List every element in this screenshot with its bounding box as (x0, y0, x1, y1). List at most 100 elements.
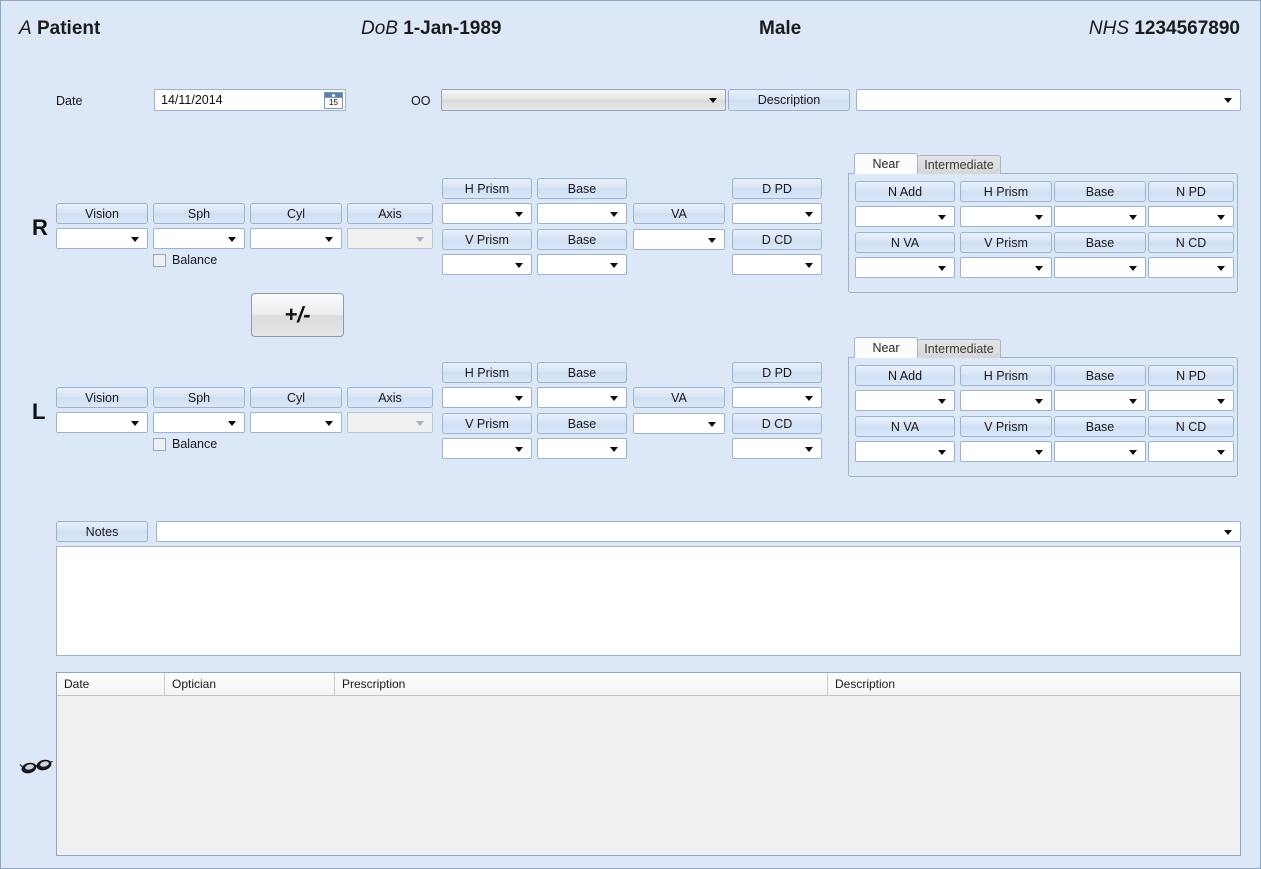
notes-button[interactable]: Notes (56, 521, 148, 542)
right-near-panel: Near Intermediate N Add H Prism Base N P… (848, 153, 1238, 293)
right-va-dropdown[interactable] (633, 229, 725, 250)
right-axis-label[interactable]: Axis (347, 203, 433, 224)
date-input[interactable]: 14/11/2014 15 (154, 89, 346, 111)
right-v-prism-dropdown[interactable] (442, 254, 532, 275)
right-d-cd-label[interactable]: D CD (732, 229, 822, 250)
right-sph-dropdown[interactable] (153, 228, 245, 249)
right-d-cd-dropdown[interactable] (732, 254, 822, 275)
right-near-h-base-dropdown[interactable] (1054, 206, 1146, 227)
left-near-h-base-label[interactable]: Base (1054, 365, 1146, 386)
history-grid[interactable]: Date Optician Prescription Description (56, 672, 1241, 856)
left-sph-dropdown[interactable] (153, 412, 245, 433)
left-v-base-label[interactable]: Base (537, 413, 627, 434)
right-h-base-dropdown[interactable] (537, 203, 627, 224)
left-h-base-dropdown[interactable] (537, 387, 627, 408)
left-axis-label[interactable]: Axis (347, 387, 433, 408)
right-d-pd-label[interactable]: D PD (732, 178, 822, 199)
right-n-pd-dropdown[interactable] (1148, 206, 1234, 227)
right-tab-intermediate[interactable]: Intermediate (917, 155, 1001, 174)
right-n-cd-dropdown[interactable] (1148, 257, 1234, 278)
notes-textarea[interactable] (56, 546, 1241, 656)
left-n-va-label[interactable]: N VA (855, 416, 955, 437)
right-cyl-label[interactable]: Cyl (250, 203, 342, 224)
left-v-base-dropdown[interactable] (537, 438, 627, 459)
left-cyl-label[interactable]: Cyl (250, 387, 342, 408)
right-h-prism-label[interactable]: H Prism (442, 178, 532, 199)
right-near-h-prism-dropdown[interactable] (960, 206, 1052, 227)
left-balance-checkbox-box[interactable] (153, 437, 166, 451)
right-v-base-label[interactable]: Base (537, 229, 627, 250)
right-h-prism-dropdown[interactable] (442, 203, 532, 224)
right-va-label[interactable]: VA (633, 203, 725, 224)
left-d-cd-dropdown[interactable] (732, 438, 822, 459)
right-sph-label[interactable]: Sph (153, 203, 245, 224)
right-near-h-prism-label[interactable]: H Prism (960, 181, 1052, 202)
oo-dropdown[interactable] (441, 89, 726, 111)
left-axis-dropdown[interactable] (347, 412, 433, 433)
right-n-cd-label[interactable]: N CD (1148, 232, 1234, 253)
left-vision-dropdown[interactable] (56, 412, 148, 433)
right-h-base-label[interactable]: Base (537, 178, 627, 199)
left-d-pd-label[interactable]: D PD (732, 362, 822, 383)
left-near-v-base-dropdown[interactable] (1054, 441, 1146, 462)
left-n-cd-dropdown[interactable] (1148, 441, 1234, 462)
right-d-pd-dropdown[interactable] (732, 203, 822, 224)
right-axis-dropdown[interactable] (347, 228, 433, 249)
left-near-h-prism-label[interactable]: H Prism (960, 365, 1052, 386)
history-column-date[interactable]: Date (57, 673, 165, 696)
left-n-pd-dropdown[interactable] (1148, 390, 1234, 411)
left-cyl-dropdown[interactable] (250, 412, 342, 433)
left-va-dropdown[interactable] (633, 413, 725, 434)
right-n-pd-label[interactable]: N PD (1148, 181, 1234, 202)
left-n-va-dropdown[interactable] (855, 441, 955, 462)
notes-dropdown[interactable] (156, 521, 1241, 542)
left-h-base-label[interactable]: Base (537, 362, 627, 383)
description-dropdown[interactable] (856, 89, 1241, 111)
left-n-add-label[interactable]: N Add (855, 365, 955, 386)
history-grid-body[interactable] (57, 696, 1240, 855)
right-near-h-base-label[interactable]: Base (1054, 181, 1146, 202)
left-h-prism-dropdown[interactable] (442, 387, 532, 408)
right-vision-label[interactable]: Vision (56, 203, 148, 224)
right-near-v-base-label[interactable]: Base (1054, 232, 1146, 253)
left-sph-label[interactable]: Sph (153, 387, 245, 408)
right-vision-dropdown[interactable] (56, 228, 148, 249)
sign-toggle-button[interactable]: +/- (251, 293, 344, 337)
left-balance-checkbox[interactable]: Balance (153, 437, 217, 451)
left-d-pd-dropdown[interactable] (732, 387, 822, 408)
left-near-v-prism-label[interactable]: V Prism (960, 416, 1052, 437)
left-near-h-base-dropdown[interactable] (1054, 390, 1146, 411)
left-n-pd-label[interactable]: N PD (1148, 365, 1234, 386)
right-near-v-prism-label[interactable]: V Prism (960, 232, 1052, 253)
right-cyl-dropdown[interactable] (250, 228, 342, 249)
right-n-va-label[interactable]: N VA (855, 232, 955, 253)
right-near-v-prism-dropdown[interactable] (960, 257, 1052, 278)
right-n-add-label[interactable]: N Add (855, 181, 955, 202)
left-v-prism-dropdown[interactable] (442, 438, 532, 459)
left-n-cd-label[interactable]: N CD (1148, 416, 1234, 437)
left-d-cd-label[interactable]: D CD (732, 413, 822, 434)
calendar-icon[interactable]: 15 (324, 92, 343, 109)
history-column-prescription[interactable]: Prescription (335, 673, 828, 696)
right-v-base-dropdown[interactable] (537, 254, 627, 275)
right-near-v-base-dropdown[interactable] (1054, 257, 1146, 278)
left-near-v-base-label[interactable]: Base (1054, 416, 1146, 437)
history-column-description[interactable]: Description (828, 673, 1240, 696)
right-balance-checkbox-box[interactable] (153, 253, 166, 267)
description-button[interactable]: Description (728, 89, 850, 111)
left-n-add-dropdown[interactable] (855, 390, 955, 411)
left-va-label[interactable]: VA (633, 387, 725, 408)
right-tab-near[interactable]: Near (854, 153, 918, 174)
left-tab-near[interactable]: Near (854, 337, 918, 358)
left-near-h-prism-dropdown[interactable] (960, 390, 1052, 411)
left-vision-label[interactable]: Vision (56, 387, 148, 408)
history-column-optician[interactable]: Optician (165, 673, 335, 696)
left-h-prism-label[interactable]: H Prism (442, 362, 532, 383)
right-balance-checkbox[interactable]: Balance (153, 253, 217, 267)
left-v-prism-label[interactable]: V Prism (442, 413, 532, 434)
right-n-va-dropdown[interactable] (855, 257, 955, 278)
right-v-prism-label[interactable]: V Prism (442, 229, 532, 250)
left-tab-intermediate[interactable]: Intermediate (917, 339, 1001, 358)
right-n-add-dropdown[interactable] (855, 206, 955, 227)
left-near-v-prism-dropdown[interactable] (960, 441, 1052, 462)
